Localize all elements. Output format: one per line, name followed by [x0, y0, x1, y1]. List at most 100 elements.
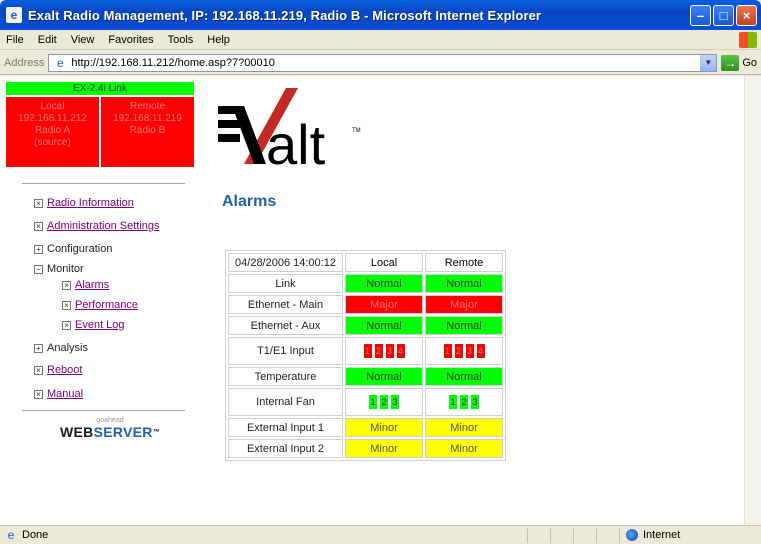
status-cell: Minor	[345, 418, 423, 437]
status-cell-empty	[596, 527, 619, 543]
alarms-table: 04/28/2006 14:00:12 Local Remote Link No…	[225, 250, 506, 461]
nav-alarms[interactable]: × Alarms	[62, 279, 109, 291]
fan-indicator: 2	[460, 395, 468, 409]
menu-edit[interactable]: Edit	[31, 34, 64, 46]
fan-remote-indicators: 1 2 3	[449, 395, 479, 409]
remote-label: Remote	[129, 101, 165, 112]
nav-analysis[interactable]: + Analysis	[34, 342, 88, 354]
page-icon: ×	[62, 300, 71, 310]
nav-manual[interactable]: × Manual	[34, 388, 83, 400]
table-row: Temperature Normal Normal	[228, 367, 503, 386]
address-url[interactable]: http://192.168.11.212/home.asp?7?00010	[71, 57, 700, 69]
nav-reboot-link[interactable]: Reboot	[47, 364, 82, 376]
t1e1-remote-indicators: 1 2 3 4	[443, 344, 485, 358]
vertical-scrollbar[interactable]	[744, 76, 761, 525]
window-title: Exalt Radio Management, IP: 192.168.11.2…	[28, 7, 542, 23]
address-dropdown-icon[interactable]: ▼	[700, 54, 717, 71]
nav-reboot[interactable]: × Reboot	[34, 364, 82, 376]
table-row: T1/E1 Input 1 2 3 4 1 2 3 4	[228, 337, 503, 365]
nav-manual-link[interactable]: Manual	[47, 388, 83, 400]
t1e1-indicator: 1	[443, 344, 452, 358]
row-label: Link	[228, 274, 343, 293]
menu-file[interactable]: File	[0, 34, 31, 46]
status-bar: e Done Internet	[0, 525, 761, 544]
local-radio-status: Local 192.168.11.212 Radio A (source)	[6, 97, 99, 167]
webserver-text: WEBSERVER™	[60, 424, 160, 440]
menu-view[interactable]: View	[64, 34, 102, 46]
status-cell: Major	[425, 295, 503, 314]
t1e1-remote-cell: 1 2 3 4	[425, 337, 503, 365]
fan-indicator: 2	[380, 395, 388, 409]
page-done-icon: e	[7, 528, 15, 542]
status-cell: Normal	[345, 316, 423, 335]
status-cell: Normal	[425, 274, 503, 293]
exalt-logo: alt TM	[218, 88, 361, 174]
nav-monitor-label[interactable]: Monitor	[47, 263, 84, 275]
menu-bar: File Edit View Favorites Tools Help	[0, 30, 761, 50]
nav-analysis-label[interactable]: Analysis	[47, 342, 88, 354]
nav-radio-information-link[interactable]: Radio Information	[47, 197, 134, 209]
fan-indicator: 1	[449, 395, 457, 409]
status-cell: Normal	[345, 367, 423, 386]
status-cell-empty	[573, 527, 596, 543]
status-cell: Major	[345, 295, 423, 314]
table-row: Internal Fan 1 2 3 1 2 3	[228, 388, 503, 416]
address-input[interactable]: e http://192.168.11.212/home.asp?7?00010…	[48, 53, 718, 72]
t1e1-indicator: 4	[396, 344, 405, 358]
minimize-button[interactable]: –	[690, 4, 711, 26]
remote-ip: 192.168.11.219	[113, 113, 182, 124]
menu-help[interactable]: Help	[200, 34, 237, 46]
t1e1-indicator: 2	[374, 344, 383, 358]
nav-event-log[interactable]: × Event Log	[62, 319, 125, 331]
fan-indicator: 3	[391, 395, 399, 409]
collapse-icon[interactable]: −	[34, 264, 43, 274]
nav-administration-settings[interactable]: × Administration Settings	[34, 220, 160, 232]
status-cell: Normal	[425, 367, 503, 386]
fan-local-indicators: 1 2 3	[369, 395, 399, 409]
remote-radio-name: Radio B	[129, 125, 166, 136]
page-icon: e	[57, 55, 64, 70]
fan-remote-cell: 1 2 3	[425, 388, 503, 416]
local-radio-name: Radio A	[34, 125, 71, 136]
nav-configuration[interactable]: + Configuration	[34, 243, 112, 255]
local-ip: 192.168.11.212	[18, 113, 87, 124]
status-cell-empty	[527, 527, 550, 543]
t1e1-indicator: 4	[476, 344, 485, 358]
logo-tm: TM	[352, 128, 361, 134]
left-frame: EX-2.4i Link Local 192.168.11.212 Radio …	[0, 76, 200, 525]
window-title-bar: e Exalt Radio Management, IP: 192.168.11…	[0, 0, 761, 30]
page-icon: ×	[34, 198, 43, 208]
page-content: EX-2.4i Link Local 192.168.11.212 Radio …	[0, 76, 761, 525]
menu-favorites[interactable]: Favorites	[101, 34, 160, 46]
ie-icon: e	[6, 7, 22, 23]
close-button[interactable]: ×	[736, 4, 757, 26]
status-cell: Minor	[425, 418, 503, 437]
divider	[22, 183, 185, 184]
page-icon: ×	[62, 320, 71, 330]
maximize-button[interactable]: □	[713, 4, 734, 26]
table-header-row: 04/28/2006 14:00:12 Local Remote	[228, 253, 503, 272]
go-button[interactable]: → Go	[721, 54, 757, 71]
nav-monitor[interactable]: − Monitor	[34, 263, 84, 275]
address-bar: Address e http://192.168.11.212/home.asp…	[0, 51, 761, 75]
page-icon: ×	[62, 280, 71, 290]
security-zone: Internet	[619, 527, 761, 543]
radio-status: Local 192.168.11.212 Radio A (source) Re…	[6, 97, 194, 167]
nav-alarms-link[interactable]: Alarms	[75, 279, 109, 291]
expand-icon[interactable]: +	[34, 343, 43, 353]
status-cell-empty	[550, 527, 573, 543]
table-row: Link Normal Normal	[228, 274, 503, 293]
menu-tools[interactable]: Tools	[161, 34, 201, 46]
internet-globe-icon	[626, 529, 638, 541]
nav-performance[interactable]: × Performance	[62, 299, 138, 311]
status-cell: Minor	[425, 439, 503, 458]
link-status-bar: EX-2.4i Link	[6, 82, 194, 95]
status-cell: Normal	[345, 274, 423, 293]
nav-event-log-link[interactable]: Event Log	[75, 319, 125, 331]
status-cell: Normal	[425, 316, 503, 335]
nav-radio-information[interactable]: × Radio Information	[34, 197, 134, 209]
nav-performance-link[interactable]: Performance	[75, 299, 138, 311]
expand-icon[interactable]: +	[34, 244, 43, 254]
nav-administration-settings-link[interactable]: Administration Settings	[47, 220, 160, 232]
nav-configuration-label[interactable]: Configuration	[47, 243, 112, 255]
